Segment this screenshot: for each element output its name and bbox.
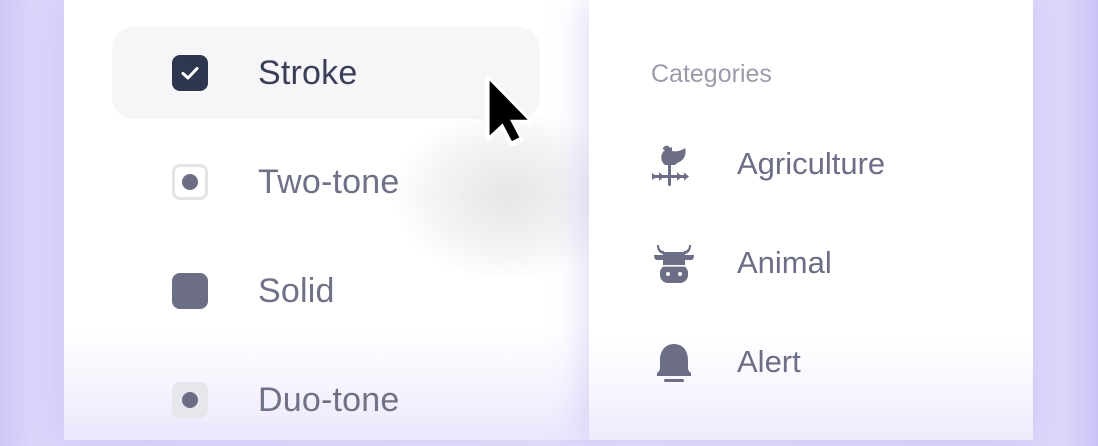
- dot-icon: [182, 392, 198, 408]
- style-option-two-tone[interactable]: Two-tone: [112, 136, 540, 228]
- style-option-label: Solid: [258, 272, 335, 310]
- style-option-label: Duo-tone: [258, 381, 400, 419]
- two-tone-style-swatch[interactable]: [172, 164, 208, 200]
- category-label: Agriculture: [737, 146, 886, 181]
- duo-tone-style-swatch[interactable]: [172, 382, 208, 418]
- weathervane-rooster-icon: [652, 145, 689, 186]
- solid-style-swatch[interactable]: [172, 273, 208, 309]
- style-option-label: Two-tone: [258, 163, 400, 201]
- checkmark-icon: [181, 67, 199, 80]
- category-label: Animal: [737, 245, 832, 280]
- category-alert[interactable]: Alert: [651, 332, 991, 392]
- categories-panel: Categories Agriculture Animal Alert: [589, 0, 1033, 440]
- category-agriculture[interactable]: Agriculture: [651, 134, 991, 194]
- style-option-stroke[interactable]: Stroke: [112, 27, 540, 119]
- style-option-solid[interactable]: Solid: [112, 245, 540, 337]
- bell-icon: [657, 344, 691, 382]
- style-option-label: Stroke: [258, 54, 358, 92]
- dot-icon: [182, 174, 198, 190]
- mouse-pointer-icon: [485, 76, 532, 146]
- style-options-panel: Stroke Two-tone Solid Duo-tone: [64, 0, 624, 440]
- stroke-checkbox[interactable]: [172, 55, 208, 91]
- categories-heading: Categories: [651, 60, 772, 88]
- style-option-duo-tone[interactable]: Duo-tone: [112, 354, 540, 446]
- category-animal[interactable]: Animal: [651, 233, 991, 293]
- category-label: Alert: [737, 344, 801, 379]
- cow-head-icon: [654, 245, 694, 283]
